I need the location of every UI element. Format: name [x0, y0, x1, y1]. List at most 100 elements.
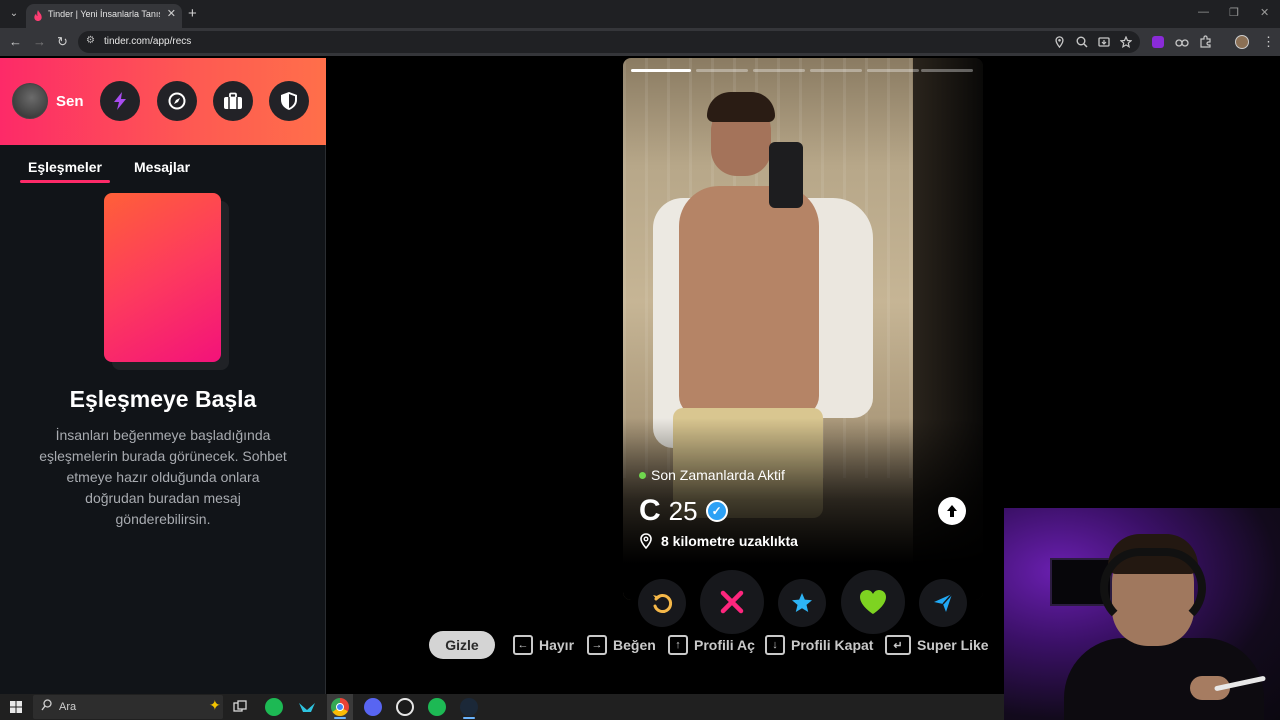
matches-sidebar: Sen Eşleşmeler Mesajlar Eşleşmeye Başla … [0, 58, 326, 694]
photo-progress-segment[interactable] [867, 69, 919, 72]
browser-menu-icon[interactable]: ⋮ [1262, 34, 1275, 50]
explore-button[interactable] [157, 81, 197, 121]
tab-close-icon[interactable]: ✕ [167, 7, 176, 20]
heart-icon [860, 590, 886, 614]
tab-messages[interactable]: Mesajlar [134, 159, 190, 175]
shield-icon [281, 92, 297, 110]
restore-button[interactable]: ❐ [1229, 6, 1239, 19]
photo-progress-segment[interactable] [810, 69, 862, 72]
tab-search-icon[interactable]: ⌄ [6, 6, 22, 22]
shortcut-close-profile: ↓ Profili Kapat [765, 635, 873, 655]
reload-button[interactable]: ↻ [57, 34, 68, 50]
discord-icon[interactable] [364, 698, 382, 716]
copilot-sparkle-icon[interactable]: ✦ [209, 697, 221, 714]
sidebar-header: Sen [0, 58, 326, 145]
hide-shortcuts-button[interactable]: Gizle [429, 631, 495, 659]
spotify-icon[interactable] [428, 698, 446, 716]
user-name[interactable]: Sen [56, 93, 84, 110]
webcam-overlay [1004, 508, 1280, 720]
verified-badge-icon: ✓ [705, 500, 728, 522]
close-x-icon [720, 590, 744, 614]
profile-avatar[interactable] [1235, 35, 1249, 49]
arrow-down-key-icon: ↓ [765, 635, 785, 655]
photo-progress-segment[interactable] [753, 69, 805, 72]
work-mode-button[interactable] [213, 81, 253, 121]
send-icon [934, 593, 953, 612]
name-age-row: C 25 ✓ [639, 494, 728, 527]
arrow-up-key-icon: ↑ [668, 635, 688, 655]
url-text: tinder.com/app/recs [104, 36, 192, 47]
bolt-icon [114, 92, 126, 110]
address-toolbar: ← → ↻ ⚙ tinder.com/app/recs ⋮ [0, 28, 1280, 56]
empty-state-title: Eşleşmeye Başla [69, 386, 257, 412]
task-view-icon[interactable] [233, 700, 247, 714]
open-profile-button[interactable] [938, 497, 966, 525]
browser-tab-bar: ⌄ Tinder | Yeni İnsanlarla Tanış, Bu ✕ +… [0, 0, 1280, 28]
nope-button[interactable] [700, 570, 764, 634]
glasses-extension-icon[interactable] [1175, 36, 1189, 48]
profile-name: C [639, 494, 661, 527]
address-bar[interactable]: ⚙ tinder.com/app/recs [78, 31, 1140, 53]
rewind-button[interactable] [638, 579, 686, 627]
rewind-icon [653, 594, 673, 613]
shortcut-super-like: ↵ Super Like [885, 635, 989, 655]
user-avatar[interactable] [12, 83, 48, 119]
distance-row: 8 kilometre uzaklıkta [639, 533, 798, 549]
close-window-button[interactable]: ✕ [1260, 6, 1269, 19]
photo-progress-segment[interactable] [921, 69, 973, 72]
steam-icon[interactable] [460, 698, 478, 716]
star-icon [792, 593, 812, 612]
app-circle-icon[interactable] [396, 698, 414, 716]
boost-button[interactable] [100, 81, 140, 121]
tab-matches[interactable]: Eşleşmeler [28, 159, 102, 175]
boost-send-button[interactable] [919, 579, 967, 627]
tab-title: Tinder | Yeni İnsanlarla Tanış, Bu [48, 9, 160, 19]
active-status: Son Zamanlarda Aktif [639, 467, 785, 483]
site-info-icon[interactable]: ⚙ [86, 35, 95, 46]
shortcut-open-profile: ↑ Profili Aç [668, 635, 755, 655]
minimize-button[interactable]: — [1198, 6, 1209, 18]
zoom-icon[interactable] [1076, 36, 1088, 48]
super-like-button[interactable] [778, 579, 826, 627]
sidebar-tabs: Eşleşmeler Mesajlar [0, 145, 326, 185]
shortcut-label: Hayır [539, 637, 575, 653]
extensions-puzzle-icon[interactable] [1199, 35, 1212, 48]
taskbar-search-box[interactable]: Ara ✦ [33, 695, 223, 719]
bookmark-star-icon[interactable] [1120, 36, 1132, 48]
empty-state-description: İnsanları beğenmeye başladığında eşleşme… [39, 427, 287, 527]
shortcut-label: Profili Aç [694, 637, 755, 653]
active-status-text: Son Zamanlarda Aktif [651, 467, 785, 483]
arrow-up-icon [947, 505, 957, 517]
shortcut-like: → Beğen [587, 635, 656, 655]
extension-icon[interactable] [1152, 36, 1164, 48]
enter-key-icon: ↵ [885, 635, 911, 655]
like-button[interactable] [841, 570, 905, 634]
forward-button[interactable]: → [33, 34, 46, 49]
headphones-icon [1100, 548, 1206, 628]
app-green-icon[interactable] [265, 698, 283, 716]
photo-progress-segment[interactable] [696, 69, 748, 72]
app-bird-icon[interactable] [298, 700, 316, 714]
shortcut-label: Beğen [613, 637, 656, 653]
profile-age: 25 [668, 495, 698, 526]
distance-text: 8 kilometre uzaklıkta [661, 533, 798, 549]
briefcase-icon [224, 92, 242, 109]
active-tab-indicator [20, 180, 110, 183]
shortcut-label: Super Like [917, 637, 989, 653]
back-button[interactable]: ← [9, 34, 22, 49]
taskbar-search-placeholder: Ara [59, 701, 77, 713]
safety-button[interactable] [269, 81, 309, 121]
arrow-right-key-icon: → [587, 635, 607, 655]
browser-tab[interactable]: Tinder | Yeni İnsanlarla Tanış, Bu ✕ [26, 4, 182, 28]
photo-progress-segment[interactable] [631, 69, 691, 72]
arrow-left-key-icon: ← [513, 635, 533, 655]
windows-start-icon[interactable] [10, 701, 22, 713]
new-tab-button[interactable]: + [188, 5, 197, 22]
location-icon[interactable] [1054, 36, 1065, 48]
profile-card[interactable]: Son Zamanlarda Aktif C 25 ✓ 8 kilometre … [623, 58, 983, 600]
install-app-icon[interactable] [1098, 36, 1110, 48]
online-dot [639, 472, 646, 479]
location-pin-icon [640, 533, 652, 549]
tinder-flame-icon [34, 10, 42, 21]
empty-match-card [104, 193, 221, 362]
